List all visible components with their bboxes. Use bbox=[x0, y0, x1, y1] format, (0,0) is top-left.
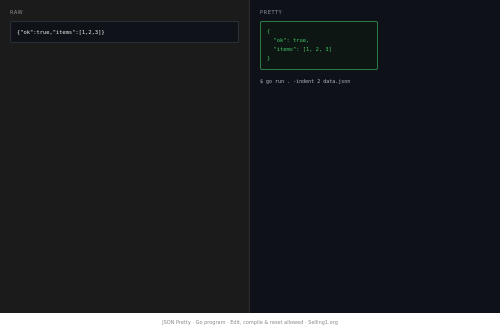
page-footer: JSON Pretty · Go program · Edit, compile… bbox=[0, 313, 500, 333]
app-window: RAW {"ok":true,"items":[1,2,3]} PRETTY {… bbox=[0, 0, 500, 313]
pretty-line: "ok": true, bbox=[267, 38, 310, 44]
raw-pane-label: RAW bbox=[10, 10, 24, 16]
pretty-pane-label: PRETTY bbox=[260, 10, 283, 16]
raw-pane: RAW {"ok":true,"items":[1,2,3]} bbox=[0, 0, 250, 313]
raw-json-input[interactable]: {"ok":true,"items":[1,2,3]} bbox=[10, 21, 239, 43]
pretty-output: { "ok": true, "items": [1, 2, 3] } bbox=[260, 21, 378, 70]
command-line: $ go run . -indent 2 data.json bbox=[260, 79, 351, 85]
pretty-line: "items": [1, 2, 3] bbox=[267, 47, 332, 53]
pretty-line: } bbox=[267, 56, 271, 62]
pretty-line: { bbox=[267, 29, 271, 35]
